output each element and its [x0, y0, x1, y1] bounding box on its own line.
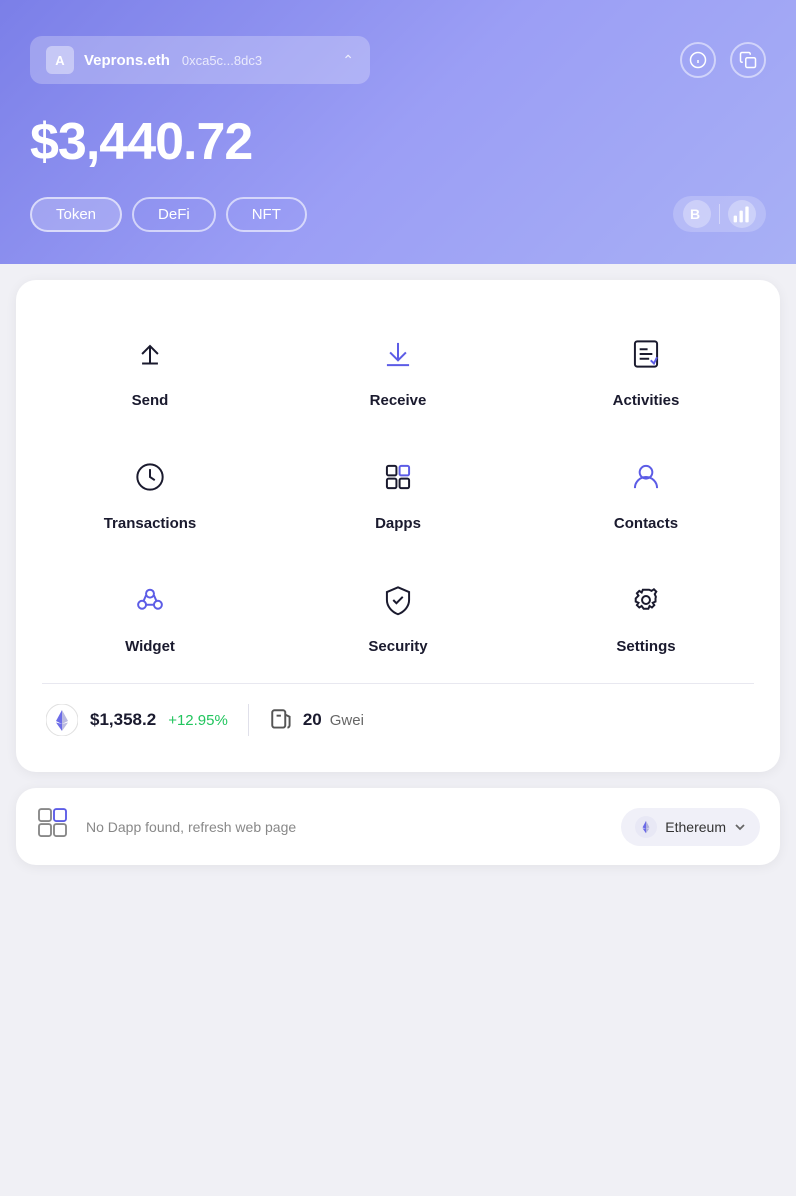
ticker-row: $1,358.2 +12.95% 20 Gwei: [26, 688, 770, 752]
tabs-row: Token DeFi NFT B: [30, 196, 766, 232]
ticker-divider: [248, 704, 249, 736]
m-logo-icon: [732, 204, 752, 224]
dapp-bar: No Dapp found, refresh web page Ethereum: [16, 788, 780, 865]
dapp-icon: [36, 806, 72, 847]
info-icon: [689, 51, 707, 69]
partner-logos: B: [673, 196, 766, 232]
address-chevron-icon[interactable]: ⌃: [342, 52, 354, 69]
dapps-action[interactable]: Dapps: [274, 433, 522, 556]
send-action[interactable]: Send: [26, 310, 274, 433]
b-logo-icon: B: [687, 204, 707, 224]
dapps-icon: [372, 451, 424, 503]
eth-change: +12.95%: [168, 712, 228, 729]
security-label: Security: [368, 638, 427, 655]
transactions-label: Transactions: [104, 515, 197, 532]
send-label: Send: [132, 392, 169, 409]
settings-action[interactable]: Settings: [522, 556, 770, 679]
widget-label: Widget: [125, 638, 175, 655]
eth-price: $1,358.2: [90, 710, 156, 730]
main-card: Send Receive: [16, 280, 780, 772]
copy-button[interactable]: [730, 42, 766, 78]
tab-defi[interactable]: DeFi: [132, 197, 216, 232]
security-icon: [372, 574, 424, 626]
partner-b-logo: B: [683, 200, 711, 228]
network-eth-icon: [635, 816, 657, 838]
network-button[interactable]: Ethereum: [621, 808, 760, 846]
balance-display: $3,440.72: [30, 112, 766, 172]
transactions-icon: [124, 451, 176, 503]
activities-icon: [620, 328, 672, 380]
network-name: Ethereum: [665, 819, 726, 835]
contacts-label: Contacts: [614, 515, 678, 532]
svg-text:B: B: [690, 206, 700, 222]
copy-icon: [739, 51, 757, 69]
partner-m-logo: [728, 200, 756, 228]
transactions-action[interactable]: Transactions: [26, 433, 274, 556]
partner-divider: [719, 204, 720, 224]
eth-logo: [46, 704, 78, 736]
card-divider: [42, 683, 754, 684]
action-grid: Send Receive: [26, 300, 770, 679]
gas-section: 20 Gwei: [269, 707, 364, 733]
address-bar[interactable]: A Veprons.eth 0xca5c...8dc3 ⌃: [30, 36, 370, 84]
avatar: A: [46, 46, 74, 74]
send-icon: [124, 328, 176, 380]
gas-pump-icon: [269, 707, 295, 733]
receive-action[interactable]: Receive: [274, 310, 522, 433]
settings-icon: [620, 574, 672, 626]
receive-label: Receive: [370, 392, 427, 409]
widget-action[interactable]: Widget: [26, 556, 274, 679]
tab-token[interactable]: Token: [30, 197, 122, 232]
chevron-down-icon: [734, 821, 746, 833]
security-action[interactable]: Security: [274, 556, 522, 679]
wallet-address: 0xca5c...8dc3: [182, 53, 262, 68]
gas-unit: Gwei: [330, 712, 364, 729]
tab-nft[interactable]: NFT: [226, 197, 307, 232]
activities-action[interactable]: Activities: [522, 310, 770, 433]
dapps-label: Dapps: [375, 515, 421, 532]
info-button[interactable]: [680, 42, 716, 78]
contacts-action[interactable]: Contacts: [522, 433, 770, 556]
contacts-icon: [620, 451, 672, 503]
settings-label: Settings: [616, 638, 675, 655]
wallet-name: Veprons.eth: [84, 52, 170, 69]
widget-icon: [124, 574, 176, 626]
activities-label: Activities: [613, 392, 680, 409]
header-icons: [680, 42, 766, 78]
dapp-message: No Dapp found, refresh web page: [86, 819, 607, 835]
receive-icon: [372, 328, 424, 380]
header: A Veprons.eth 0xca5c...8dc3 ⌃ $3,440.72 …: [0, 0, 796, 264]
gas-value: 20: [303, 710, 322, 730]
